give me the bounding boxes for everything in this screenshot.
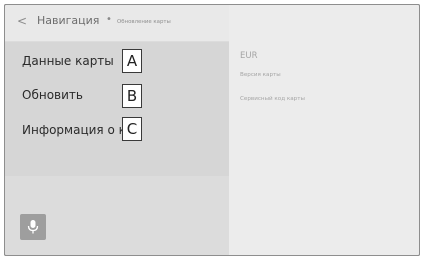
menu-item-label: Обновить	[22, 88, 83, 102]
chevron-left-icon: <	[17, 14, 28, 28]
map-version-label: Версия карты	[240, 72, 281, 78]
callout-c: C	[122, 117, 142, 141]
back-button[interactable]: <	[12, 8, 28, 34]
breadcrumb-subtitle: Обновление карты	[117, 19, 171, 25]
map-service-code-label: Сервисный код карты	[240, 96, 305, 102]
page-title: Навигация	[37, 14, 100, 27]
microphone-icon	[27, 220, 39, 234]
breadcrumb-separator: •	[106, 14, 112, 25]
callout-a: A	[122, 49, 142, 73]
right-panel	[229, 5, 419, 255]
map-region-value: EUR	[240, 51, 258, 61]
menu-item-label: Данные карты	[22, 54, 114, 68]
voice-button[interactable]	[20, 214, 46, 240]
callout-b: B	[122, 84, 142, 108]
